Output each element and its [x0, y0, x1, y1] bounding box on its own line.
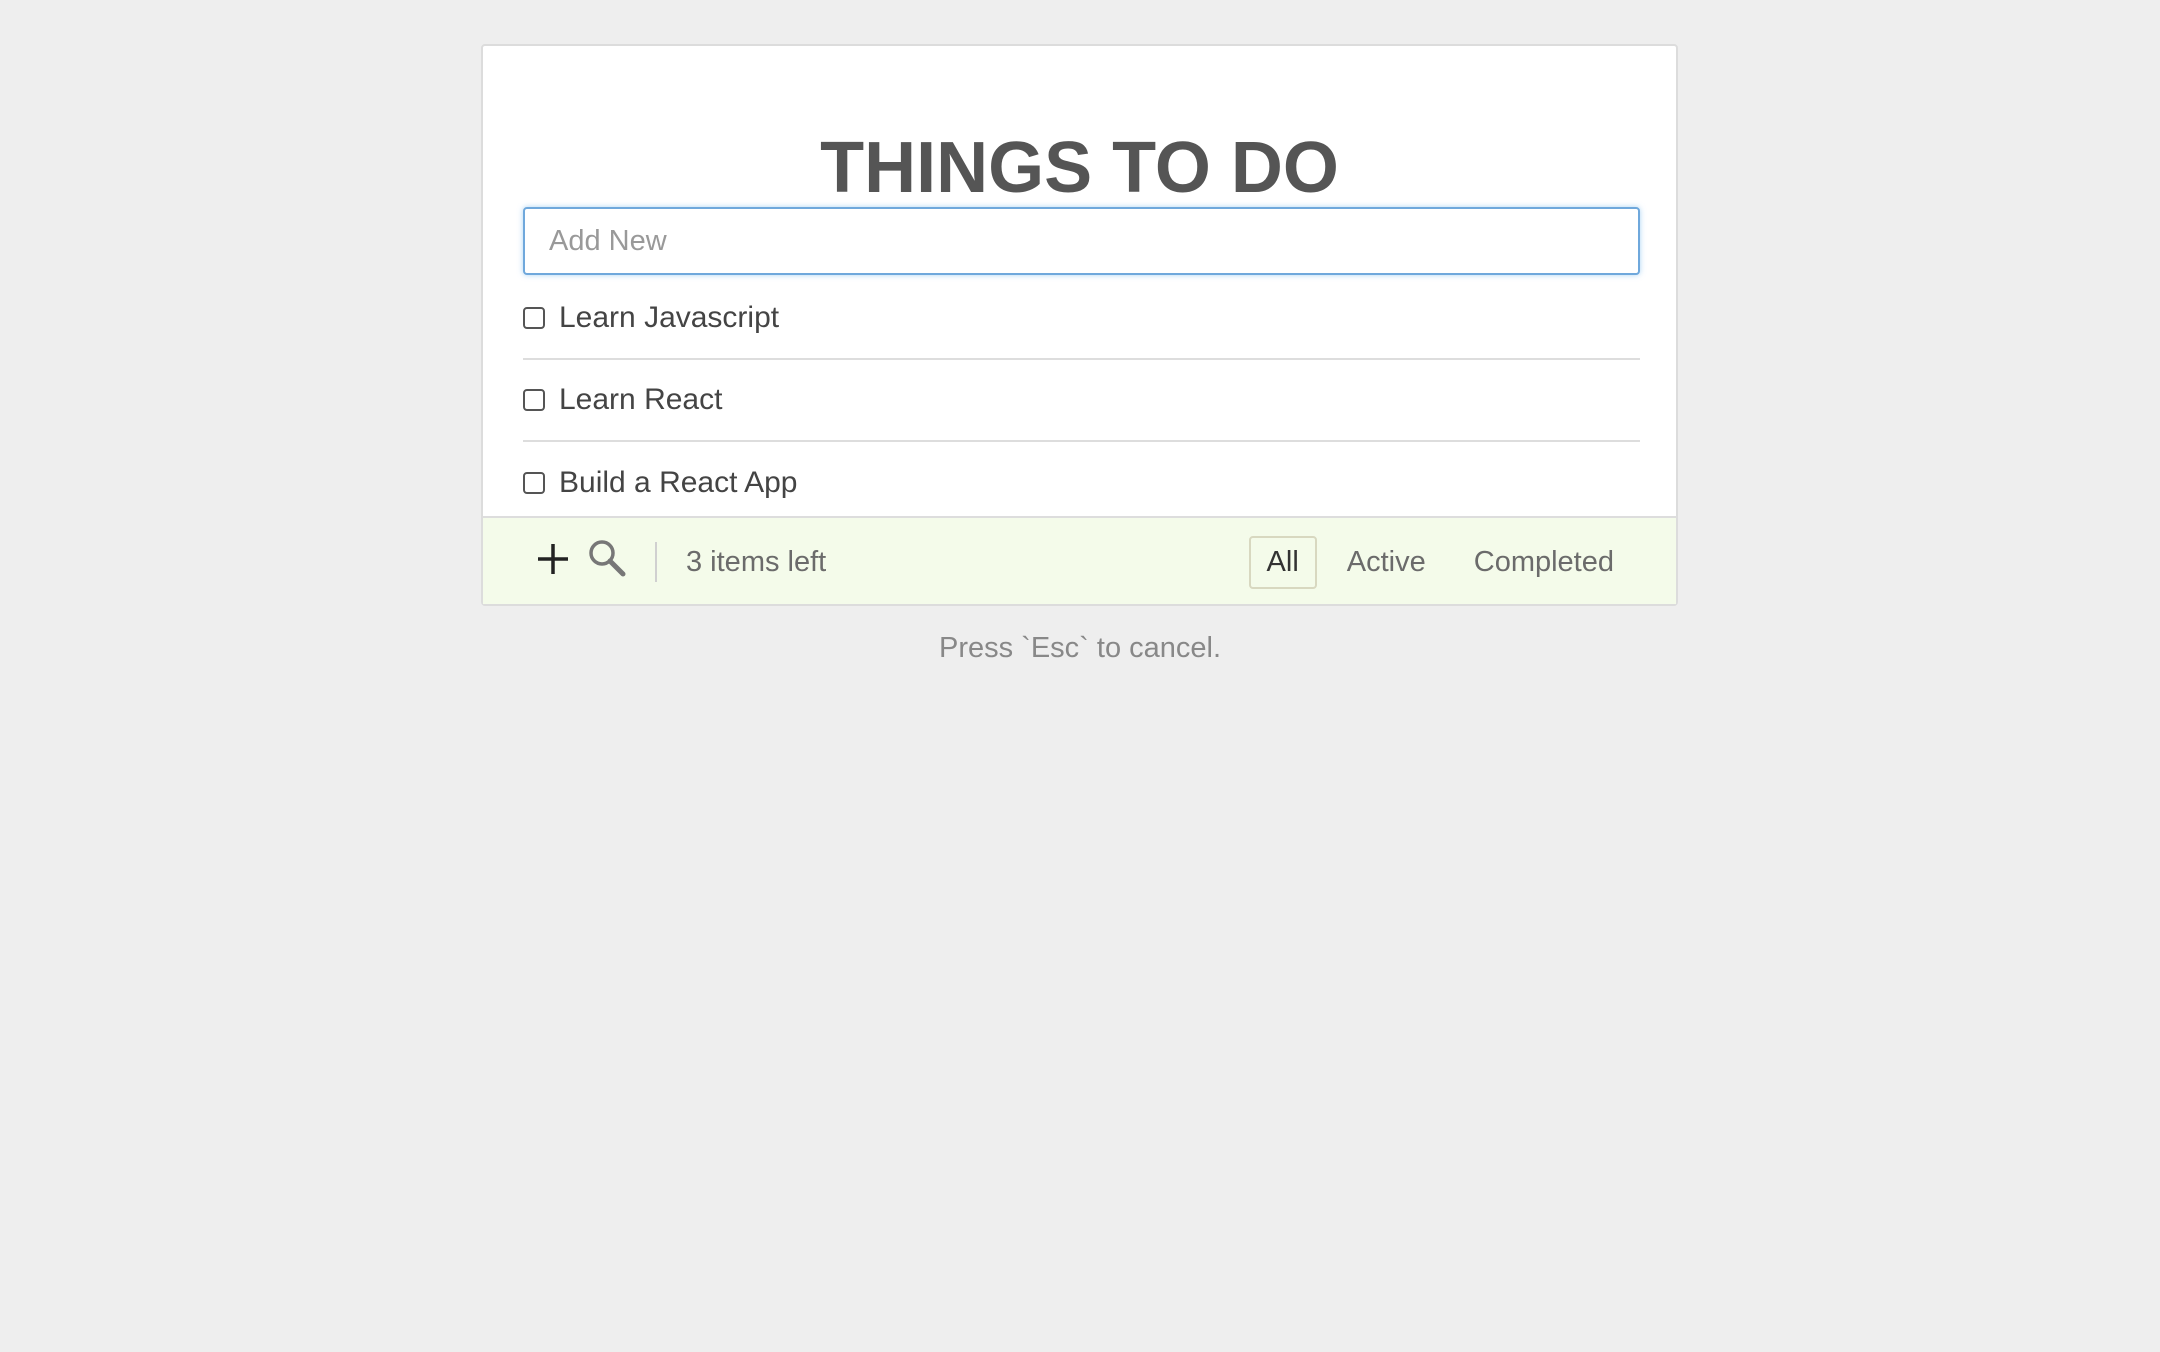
todo-card: THINGS TO DO Learn Javascript Learn Reac… [481, 44, 1678, 606]
plus-icon[interactable] [535, 538, 571, 578]
filter-group: All Active Completed [1248, 536, 1632, 590]
list-item: Learn React [523, 360, 1640, 442]
todo-checkbox[interactable] [523, 472, 545, 494]
filter-completed[interactable]: Completed [1456, 536, 1632, 589]
todo-label[interactable]: Learn React [559, 383, 722, 417]
todo-footer: 3 items left All Active Completed [483, 516, 1676, 604]
add-new-input[interactable] [523, 207, 1640, 275]
filter-all[interactable]: All [1248, 536, 1317, 590]
search-icon[interactable] [587, 538, 627, 578]
filter-active[interactable]: Active [1329, 536, 1444, 589]
page-title: THINGS TO DO [820, 128, 1339, 208]
todo-label[interactable]: Learn Javascript [559, 301, 779, 335]
todo-checkbox[interactable] [523, 389, 545, 411]
todo-list: Learn Javascript Learn React Build a Rea… [523, 278, 1640, 524]
items-left-count: 3 items left [686, 546, 827, 578]
list-item: Learn Javascript [523, 278, 1640, 360]
footer-divider [655, 542, 657, 582]
cancel-hint: Press `Esc` to cancel. [938, 632, 1222, 664]
todo-label[interactable]: Build a React App [559, 466, 798, 500]
list-item: Build a React App [523, 442, 1640, 524]
todo-checkbox[interactable] [523, 307, 545, 329]
